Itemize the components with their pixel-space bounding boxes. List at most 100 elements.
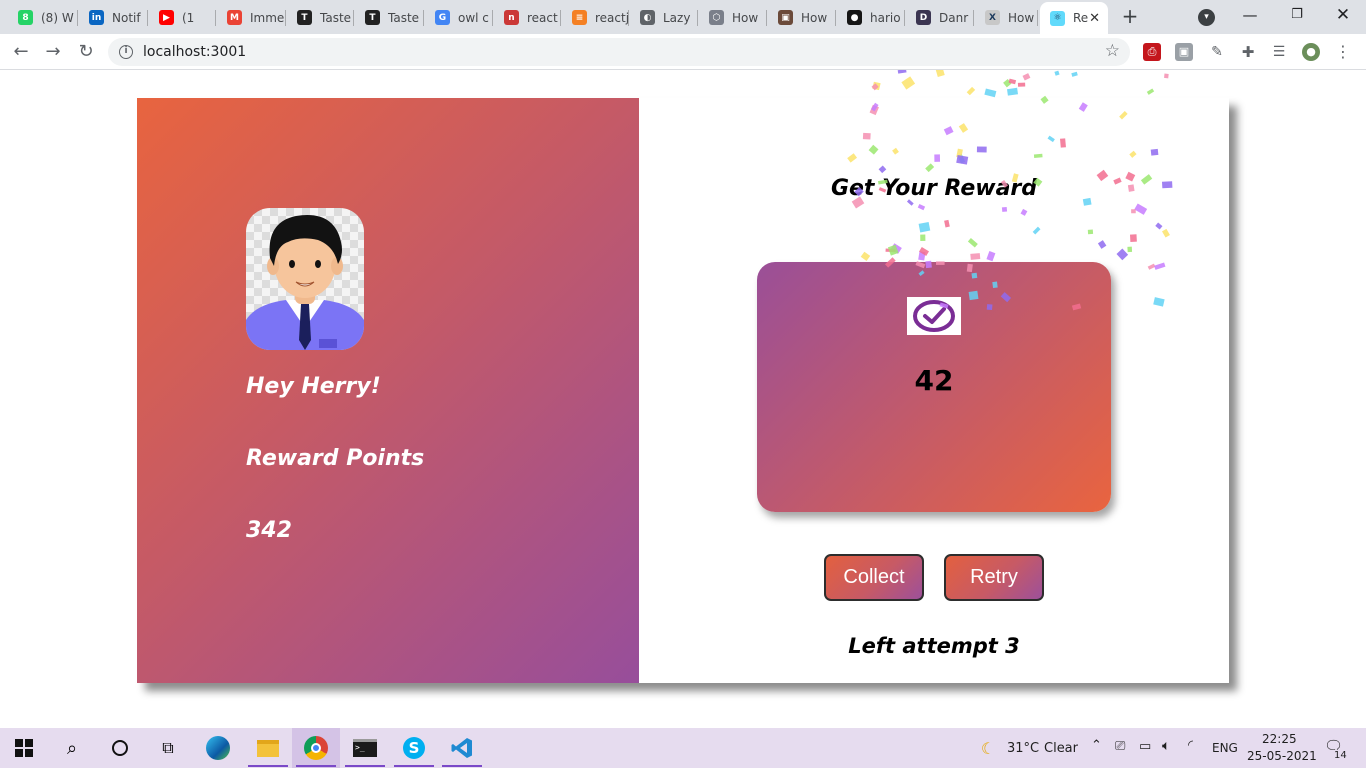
confetti-piece bbox=[1022, 73, 1031, 81]
confetti-piece bbox=[1008, 78, 1017, 85]
browser-tab[interactable]: D Danr bbox=[906, 5, 974, 30]
tab-label: Lazy bbox=[663, 10, 691, 25]
terminal-icon[interactable]: >_ bbox=[341, 728, 389, 768]
chrome-icon[interactable] bbox=[292, 728, 340, 768]
eyedropper-extension-icon[interactable]: ✎ bbox=[1208, 43, 1226, 61]
menu-kebab-icon[interactable]: ⋮ bbox=[1334, 43, 1352, 61]
confetti-piece bbox=[1017, 82, 1026, 87]
new-tab-button[interactable]: + bbox=[1119, 5, 1141, 27]
tab-label: Re bbox=[1073, 11, 1089, 25]
browser-tab[interactable]: ▶ (1 bbox=[149, 5, 216, 30]
browser-tab[interactable]: X How bbox=[975, 5, 1038, 30]
clock-date[interactable]: 25-05-2021 bbox=[1247, 749, 1317, 763]
pdf-extension-icon[interactable]: ⎙ bbox=[1143, 43, 1161, 61]
search-icon[interactable]: ⌕ bbox=[48, 728, 96, 768]
confetti-piece bbox=[1007, 87, 1019, 96]
confetti-piece bbox=[897, 70, 907, 74]
windows-logo-icon bbox=[15, 739, 33, 757]
react-icon: ⚛ bbox=[1050, 10, 1065, 26]
vscode-logo-icon bbox=[451, 738, 472, 758]
browser-tab[interactable]: ▣ How bbox=[768, 5, 836, 30]
file-explorer-icon[interactable] bbox=[244, 728, 292, 768]
wifi-icon[interactable]: ◜ bbox=[1188, 738, 1193, 753]
browser-tab[interactable]: ● hario bbox=[837, 5, 905, 30]
language-indicator[interactable]: ENG bbox=[1212, 741, 1238, 755]
address-bar[interactable]: i localhost:3001 ☆ bbox=[108, 38, 1130, 66]
browser-tab[interactable]: ◐ Lazy bbox=[630, 5, 698, 30]
tab-separator bbox=[835, 10, 836, 26]
weather-condition[interactable]: Clear bbox=[1044, 741, 1078, 756]
skype-icon[interactable]: S bbox=[390, 728, 438, 768]
tab-label: How bbox=[801, 10, 828, 25]
profile-avatar-icon[interactable]: ● bbox=[1302, 43, 1320, 61]
tab-label: Taste bbox=[388, 10, 420, 25]
meet-now-icon[interactable]: ⎚ bbox=[1115, 739, 1125, 754]
confetti-piece bbox=[872, 81, 881, 91]
close-tab-icon[interactable]: ✕ bbox=[1089, 11, 1100, 26]
x-site-icon: X bbox=[985, 10, 1000, 25]
t-site-icon: T bbox=[365, 10, 380, 25]
forward-button[interactable]: → bbox=[41, 40, 65, 64]
retry-button[interactable]: Retry bbox=[944, 554, 1044, 601]
confetti-piece bbox=[1071, 71, 1078, 77]
site-info-icon[interactable]: i bbox=[119, 45, 133, 59]
task-view-icon[interactable]: ⧉ bbox=[144, 728, 192, 768]
tab-label: reactj bbox=[595, 10, 629, 25]
browser-tab[interactable]: in Notif bbox=[79, 5, 148, 30]
chevron-up-icon[interactable]: ⌃ bbox=[1091, 738, 1102, 753]
tab-label: hario bbox=[870, 10, 901, 25]
volume-icon[interactable]: 🔈︎ bbox=[1162, 738, 1170, 754]
confetti-piece bbox=[1054, 70, 1060, 76]
tab-label: (1 bbox=[182, 10, 195, 25]
browser-tab[interactable]: n react bbox=[494, 5, 561, 30]
tab-separator bbox=[697, 10, 698, 26]
avatar bbox=[246, 208, 364, 350]
browser-tab[interactable]: ≡ reactj bbox=[562, 5, 629, 30]
tab-separator bbox=[215, 10, 216, 26]
site-icon: ⬡ bbox=[709, 10, 724, 25]
reward-panel: Get Your Reward 42 Collect Retry Left at… bbox=[639, 98, 1229, 683]
clock-time[interactable]: 22:25 bbox=[1262, 732, 1297, 746]
weather-temp[interactable]: 31°C bbox=[1007, 741, 1039, 756]
bookmark-star-icon[interactable]: ☆ bbox=[1105, 41, 1120, 61]
minimize-button[interactable]: — bbox=[1235, 4, 1265, 26]
windows-taskbar: ⌕ ⧉ >_ S ☾ 31°C Clear ⌃ ⎚ ▭ 🔈︎ ◜ ENG 22:… bbox=[0, 728, 1366, 768]
start-button[interactable] bbox=[0, 728, 48, 768]
reload-button[interactable]: ↻ bbox=[74, 40, 98, 64]
url-text: localhost:3001 bbox=[143, 44, 247, 60]
check-badge bbox=[907, 297, 961, 335]
close-window-button[interactable]: ✕ bbox=[1328, 4, 1358, 26]
browser-tab[interactable]: ⬡ How bbox=[699, 5, 767, 30]
browser-tab[interactable]: T Taste bbox=[287, 5, 354, 30]
page-viewport: Hey Herry! Reward Points 342 Get Your Re… bbox=[0, 70, 1366, 728]
tab-separator bbox=[973, 10, 974, 26]
reading-list-icon[interactable]: ☰ bbox=[1270, 43, 1288, 61]
check-circle-icon bbox=[913, 300, 955, 332]
collect-button[interactable]: Collect bbox=[824, 554, 924, 601]
browser-tab[interactable]: ⚛ Re ✕ bbox=[1040, 2, 1108, 34]
extensions-puzzle-icon[interactable]: ✚ bbox=[1239, 43, 1257, 61]
battery-icon[interactable]: ▭ bbox=[1139, 739, 1151, 754]
browser-tab[interactable]: 8 (8) W bbox=[8, 5, 78, 30]
browser-tab[interactable]: T Taste bbox=[355, 5, 424, 30]
tab-separator bbox=[1037, 10, 1038, 26]
businessman-avatar-icon bbox=[246, 215, 364, 350]
tab-label: How bbox=[1008, 10, 1035, 25]
tab-search-icon[interactable]: ▾ bbox=[1198, 9, 1215, 26]
image-site-icon: ▣ bbox=[778, 10, 793, 25]
browser-tab[interactable]: Gowl c bbox=[425, 5, 493, 30]
browser-tab[interactable]: M Imme bbox=[217, 5, 286, 30]
confetti-piece bbox=[1146, 88, 1155, 95]
confetti-piece bbox=[901, 76, 916, 90]
google-icon: G bbox=[435, 10, 450, 25]
cortana-icon[interactable] bbox=[96, 728, 144, 768]
greeting-text: Hey Herry! bbox=[246, 374, 381, 399]
weather-moon-icon[interactable]: ☾ bbox=[976, 728, 1000, 768]
vscode-icon[interactable] bbox=[438, 728, 486, 768]
back-button[interactable]: ← bbox=[9, 40, 33, 64]
restore-button[interactable]: ❐ bbox=[1282, 4, 1312, 26]
profile-extension-icon[interactable]: ▣ bbox=[1175, 43, 1193, 61]
edge-browser-icon[interactable] bbox=[194, 728, 242, 768]
browser-toolbar: ← → ↻ i localhost:3001 ☆ ⎙ ▣ ✎ ✚ ☰ ● ⋮ bbox=[0, 34, 1366, 70]
tab-separator bbox=[353, 10, 354, 26]
